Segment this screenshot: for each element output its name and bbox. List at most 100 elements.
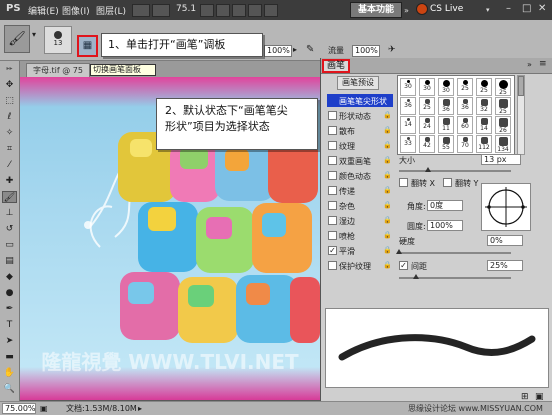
brush-tip-cell[interactable]: 60 bbox=[457, 116, 473, 134]
menu-edit[interactable]: 编辑(E) bbox=[28, 4, 59, 17]
rotate-view-icon[interactable] bbox=[232, 4, 246, 17]
minimize-icon[interactable]: – bbox=[506, 3, 511, 14]
brush-option-checkbox[interactable] bbox=[328, 201, 337, 210]
brush-tip-cell[interactable]: 70 bbox=[457, 135, 473, 153]
brush-tip-cell[interactable]: 25 bbox=[495, 97, 511, 115]
type-tool-icon[interactable]: T bbox=[2, 319, 17, 331]
bridge-button[interactable] bbox=[132, 4, 150, 17]
marquee-tool-icon[interactable]: ⬚ bbox=[2, 95, 17, 107]
history-brush-tool-icon[interactable]: ↺ bbox=[2, 223, 17, 235]
lock-icon[interactable]: 🔒 bbox=[383, 156, 392, 164]
hand-tool-icon[interactable]: ✋ bbox=[2, 367, 17, 379]
panel-collapse-icon[interactable]: » bbox=[527, 60, 532, 69]
lock-icon[interactable]: 🔒 bbox=[383, 111, 392, 119]
arrange-documents-icon[interactable] bbox=[248, 4, 262, 17]
lock-icon[interactable]: 🔒 bbox=[383, 231, 392, 239]
toggle-brush-panel-button[interactable]: ▦ bbox=[77, 35, 98, 57]
airbrush-icon[interactable]: ✈ bbox=[388, 45, 396, 55]
brush-option-row[interactable]: 湿边 🔒 bbox=[327, 214, 393, 227]
brush-option-checkbox[interactable] bbox=[328, 111, 337, 120]
flow-field[interactable]: 100% bbox=[352, 45, 380, 57]
hardness-slider[interactable] bbox=[396, 249, 511, 254]
brush-presets-button[interactable]: 画笔预设 bbox=[337, 76, 379, 90]
brush-tip-cell[interactable]: 16 bbox=[419, 154, 435, 155]
flip-y-checkbox[interactable] bbox=[443, 178, 452, 187]
workspace-menu-icon[interactable]: » bbox=[404, 6, 409, 15]
brush-panel-tab[interactable]: 画笔 bbox=[322, 59, 350, 73]
brush-tip-cell[interactable]: 14 bbox=[476, 116, 492, 134]
menu-layer[interactable]: 图层(L) bbox=[96, 4, 126, 17]
brush-option-row[interactable]: 纹理 🔒 bbox=[327, 139, 393, 152]
brush-tip-cell[interactable]: 11 bbox=[438, 116, 454, 134]
restore-icon[interactable]: □ bbox=[522, 3, 531, 14]
brush-option-row[interactable]: 喷枪 🔒 bbox=[327, 229, 393, 242]
brush-option-row[interactable]: 颜色动态 🔒 bbox=[327, 169, 393, 182]
angle-roundness-widget[interactable] bbox=[481, 183, 531, 231]
brush-tip-cell[interactable]: 25 bbox=[476, 78, 492, 96]
brush-tip-cell[interactable]: 36 bbox=[400, 97, 416, 115]
brush-tool-active-icon[interactable]: 🖌 bbox=[2, 191, 17, 203]
lock-icon[interactable]: 🔒 bbox=[383, 201, 392, 209]
spacing-slider[interactable] bbox=[399, 274, 511, 279]
zoom-tool-toolbox-icon[interactable]: 🔍 bbox=[2, 383, 17, 395]
brush-tool-icon[interactable]: 🖌 bbox=[4, 25, 30, 53]
brush-option-row[interactable]: 散布 🔒 bbox=[327, 124, 393, 137]
menu-image[interactable]: 图像(I) bbox=[62, 4, 90, 17]
blur-tool-icon[interactable]: ◆ bbox=[2, 271, 17, 283]
brush-option-row[interactable]: 杂色 🔒 bbox=[327, 199, 393, 212]
brush-tip-cell[interactable]: 30 bbox=[419, 78, 435, 96]
status-zoom[interactable]: 75.00% bbox=[2, 403, 36, 414]
status-info-icon[interactable]: ▣ bbox=[40, 403, 54, 414]
gradient-tool-icon[interactable]: ▤ bbox=[2, 255, 17, 267]
dodge-tool-icon[interactable]: ● bbox=[2, 287, 17, 299]
brush-option-row[interactable]: 形状动态 🔒 bbox=[327, 109, 393, 122]
shape-tool-icon[interactable]: ▬ bbox=[2, 351, 17, 363]
cs-live-label[interactable]: CS Live bbox=[430, 4, 463, 14]
zoom-tool-icon[interactable] bbox=[216, 4, 230, 17]
pen-tool-icon[interactable]: ✒ bbox=[2, 303, 17, 315]
spacing-slider-knob[interactable] bbox=[413, 274, 419, 279]
brush-tip-cell[interactable]: 25 bbox=[495, 78, 511, 96]
brush-tip-cell[interactable]: 30 bbox=[438, 78, 454, 96]
roundness-field[interactable]: 100% bbox=[427, 220, 463, 231]
brush-preset-picker[interactable]: 13 bbox=[44, 26, 72, 54]
lock-icon[interactable]: 🔒 bbox=[383, 246, 392, 254]
lock-icon[interactable]: 🔒 bbox=[383, 186, 392, 194]
opacity-field[interactable]: 100% bbox=[264, 45, 292, 57]
brush-option-row[interactable]: ✓ 平滑 🔒 bbox=[327, 244, 393, 257]
move-tool-icon[interactable]: ✥ bbox=[2, 79, 17, 91]
pressure-opacity-icon[interactable]: ✎ bbox=[306, 44, 314, 55]
brush-option-row[interactable]: 传递 🔒 bbox=[327, 184, 393, 197]
toolbox-collapse-icon[interactable]: ▸▸ bbox=[2, 63, 17, 75]
brush-tip-cell[interactable]: 36 bbox=[438, 97, 454, 115]
brush-tip-cell[interactable]: 11 bbox=[457, 154, 473, 155]
brush-option-checkbox[interactable]: ✓ bbox=[328, 246, 337, 255]
document-tab[interactable]: 字母.tif @ 75 bbox=[26, 63, 90, 77]
screen-mode-icon[interactable] bbox=[264, 4, 278, 17]
spacing-field[interactable]: 25% bbox=[487, 260, 523, 271]
hardness-field[interactable]: 0% bbox=[487, 235, 523, 246]
lock-icon[interactable]: 🔒 bbox=[383, 216, 392, 224]
workspace-button[interactable]: 基本功能 bbox=[350, 2, 402, 18]
brush-option-checkbox[interactable] bbox=[328, 261, 337, 270]
hand-icon[interactable] bbox=[200, 4, 214, 17]
eyedropper-tool-icon[interactable]: ⁄ bbox=[2, 159, 17, 171]
brush-tip-cell[interactable]: 42 bbox=[419, 135, 435, 153]
minibridge-button[interactable] bbox=[152, 4, 170, 17]
size-field[interactable]: 13 px bbox=[481, 154, 521, 165]
tool-preset-dropdown-icon[interactable]: ▾ bbox=[32, 30, 36, 39]
crop-tool-icon[interactable]: ⌗ bbox=[2, 143, 17, 155]
zoom-readout[interactable]: 75.1 bbox=[176, 4, 196, 14]
lasso-tool-icon[interactable]: ℓ bbox=[2, 111, 17, 123]
close-icon[interactable]: ✕ bbox=[538, 3, 546, 14]
status-menu-icon[interactable]: ▸ bbox=[138, 403, 142, 415]
brush-option-checkbox[interactable] bbox=[328, 156, 337, 165]
brush-tip-cell[interactable]: 32 bbox=[476, 97, 492, 115]
lock-icon[interactable]: 🔒 bbox=[383, 171, 392, 179]
path-selection-tool-icon[interactable]: ➤ bbox=[2, 335, 17, 347]
spacing-checkbox[interactable]: ✓ bbox=[399, 261, 408, 270]
lock-icon[interactable]: 🔒 bbox=[383, 261, 392, 269]
brush-option-checkbox[interactable] bbox=[328, 141, 337, 150]
brush-tip-grid[interactable]: 30 30 30 25 25 25 36 25 36 36 32 25 14 24 11 60 14 26 33 42… bbox=[397, 75, 515, 155]
brush-tip-cell[interactable]: 36 bbox=[457, 97, 473, 115]
